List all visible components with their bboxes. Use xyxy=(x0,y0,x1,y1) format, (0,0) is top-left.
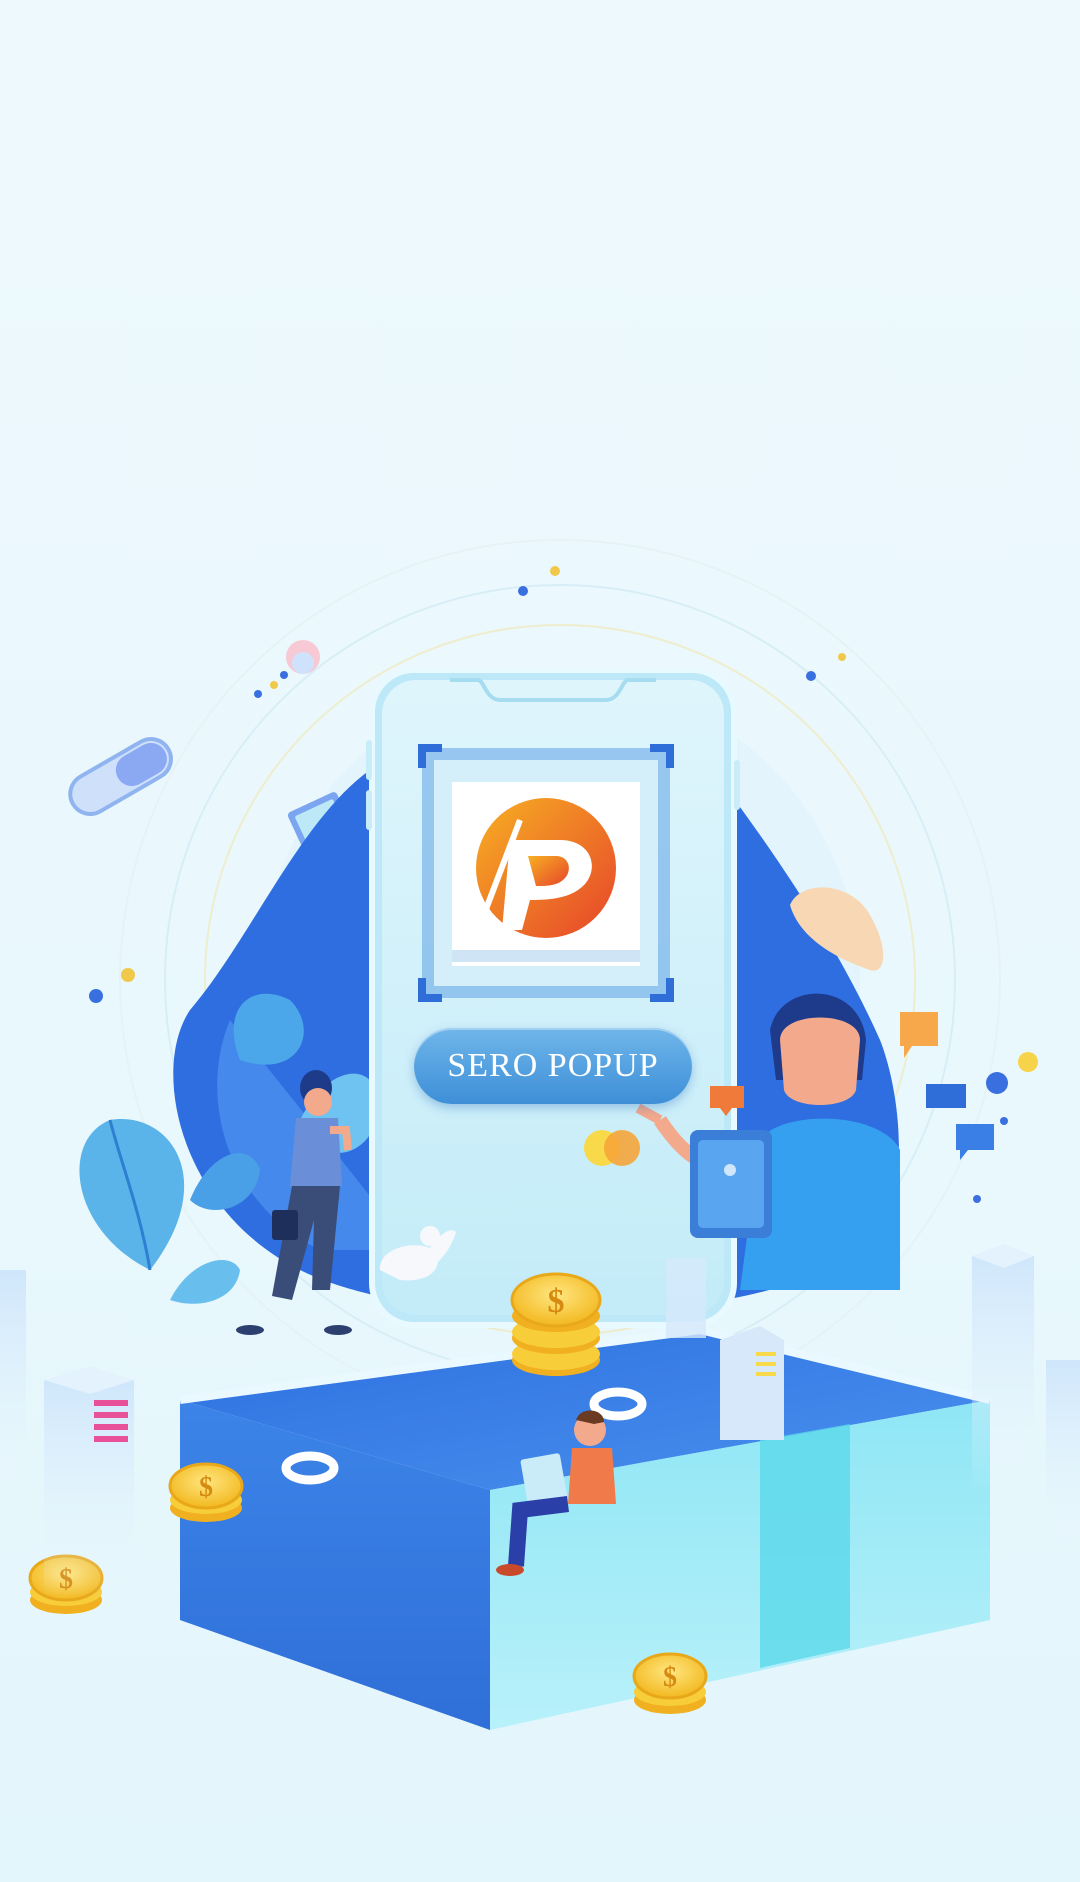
isometric-box xyxy=(179,1325,991,1730)
svg-text:$: $ xyxy=(663,1662,677,1693)
coin-stack-icon: $ xyxy=(510,1272,602,1376)
background-building-icon xyxy=(0,1270,26,1510)
app-name-badge: SERO POPUP xyxy=(414,1028,692,1104)
background-building-icon xyxy=(44,1366,134,1600)
background-building-icon xyxy=(1046,1360,1080,1560)
background-building-icon xyxy=(972,1244,1034,1496)
svg-text:$: $ xyxy=(548,1283,565,1320)
svg-text:$: $ xyxy=(199,1472,213,1503)
background-building-icon xyxy=(666,1258,706,1338)
sero-popup-p-logo-icon xyxy=(475,798,616,938)
splash-illustration: $ $ $ $ xyxy=(0,539,1080,1730)
floating-capsule-icon xyxy=(68,737,173,816)
coin-stack-icon: $ xyxy=(168,1462,244,1522)
server-tower-icon xyxy=(720,1326,784,1440)
toggle-dots xyxy=(584,1130,640,1166)
coin-stack-icon: $ xyxy=(632,1652,708,1714)
